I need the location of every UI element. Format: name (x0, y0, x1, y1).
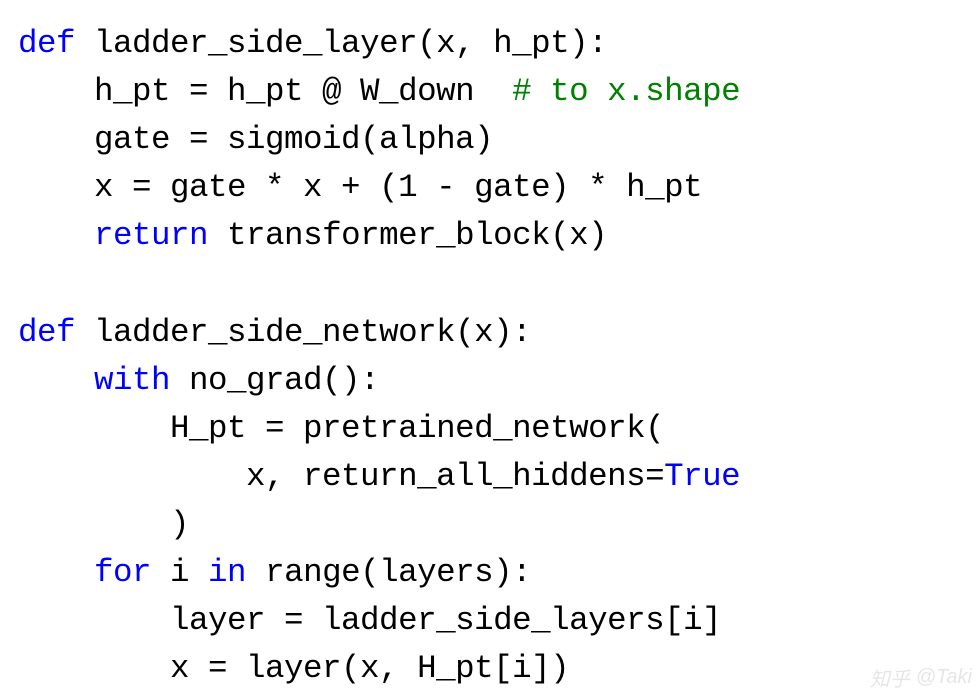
code-line: with no_grad(): (18, 362, 379, 399)
text-token: x, return_all_hiddens= (18, 458, 664, 495)
watermark: 知乎 @Taki (870, 663, 972, 692)
code-line: ) (18, 506, 189, 543)
keyword-token: for (94, 554, 151, 591)
text-token: H_pt = pretrained_network( (18, 410, 664, 447)
text-token (18, 217, 94, 254)
keyword-token: def (18, 314, 75, 351)
keyword-token: return (94, 217, 208, 254)
watermark-brand: 知乎 (870, 663, 910, 692)
text-token (18, 554, 94, 591)
code-line: h_pt = h_pt @ W_down # to x.shape (18, 73, 740, 110)
keyword-token: with (94, 362, 170, 399)
text-token: no_grad(): (170, 362, 379, 399)
text-token: gate = sigmoid(alpha) (18, 121, 493, 158)
code-line: for i in range(layers): (18, 554, 531, 591)
code-line: x, return_all_hiddens=True (18, 458, 740, 495)
text-token (18, 362, 94, 399)
code-line: x = gate * x + (1 - gate) * h_pt (18, 169, 702, 206)
keyword-token: def (18, 25, 75, 62)
text-token: x = gate * x + (1 - gate) * h_pt (18, 169, 702, 206)
text-token: ladder_side_network(x): (75, 314, 531, 351)
code-line: x = layer(x, H_pt[i]) (18, 650, 569, 687)
comment-token: # to x.shape (512, 73, 740, 110)
code-line: layer = ladder_side_layers[i] (18, 602, 721, 639)
watermark-handle: @Taki (916, 666, 972, 689)
text-token: x = layer(x, H_pt[i]) (18, 650, 569, 687)
code-line: def ladder_side_network(x): (18, 314, 531, 351)
text-token: ladder_side_layer(x, h_pt): (75, 25, 607, 62)
keyword-token: True (664, 458, 740, 495)
text-token: range(layers): (246, 554, 531, 591)
text-token: h_pt = h_pt @ W_down (18, 73, 512, 110)
text-token: ) (18, 506, 189, 543)
code-block: def ladder_side_layer(x, h_pt): h_pt = h… (0, 0, 980, 700)
code-line: gate = sigmoid(alpha) (18, 121, 493, 158)
keyword-token: in (208, 554, 246, 591)
code-line: H_pt = pretrained_network( (18, 410, 664, 447)
text-token: transformer_block(x) (208, 217, 607, 254)
text-token: i (151, 554, 208, 591)
code-line: return transformer_block(x) (18, 217, 607, 254)
text-token: layer = ladder_side_layers[i] (18, 602, 721, 639)
code-line: def ladder_side_layer(x, h_pt): (18, 25, 607, 62)
